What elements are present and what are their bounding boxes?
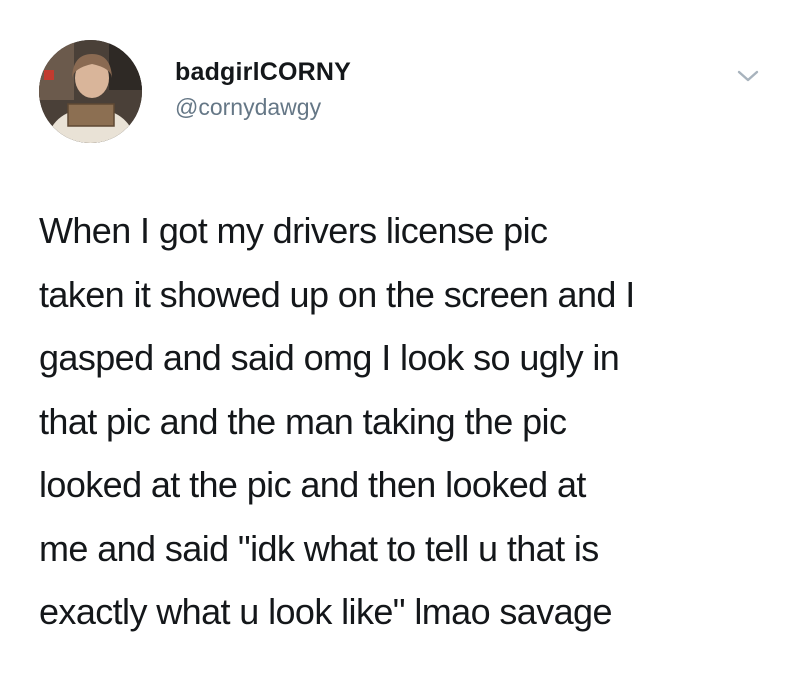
chevron-down-icon[interactable] [735, 66, 761, 86]
profile-photo-icon [39, 40, 142, 143]
avatar[interactable] [39, 40, 142, 143]
tweet-text-line: looked at the pic and then looked at [39, 464, 586, 505]
tweet-text-line: gasped and said omg I look so ugly in [39, 337, 620, 378]
tweet-text-line: When I got my drivers license pic [39, 210, 548, 251]
tweet-text: When I got my drivers license pic taken … [39, 199, 779, 644]
tweet-text-line: taken it showed up on the screen and I [39, 273, 635, 315]
tweet-text-line: me and said "idk what to tell u that is [39, 527, 599, 569]
display-name[interactable]: badgirlCORNY [175, 58, 351, 87]
tweet-text-line: exactly what u look like" lmao savage [39, 591, 612, 632]
tweet-card: badgirlCORNY @cornydawgy When I got my d… [0, 0, 800, 691]
tweet-text-line: that pic and the man taking the pic [39, 400, 567, 442]
user-handle[interactable]: @cornydawgy [175, 94, 321, 121]
